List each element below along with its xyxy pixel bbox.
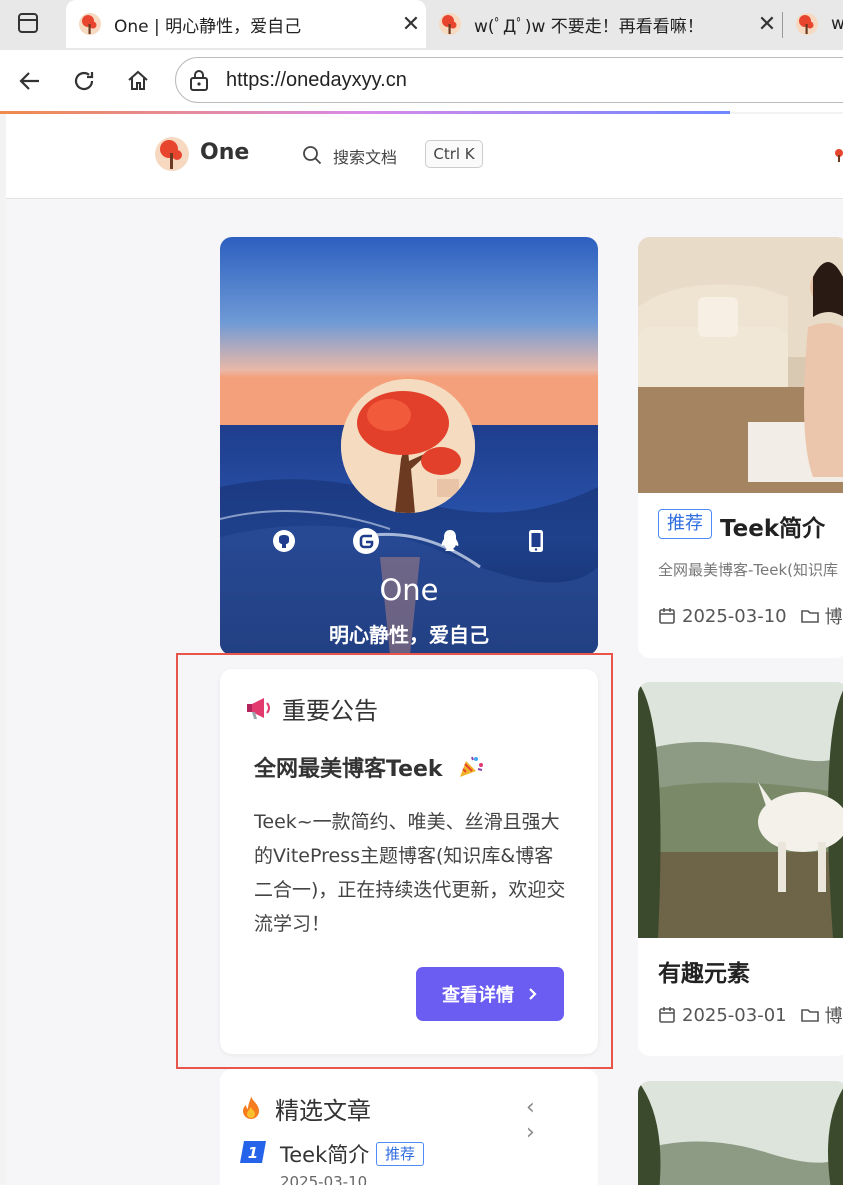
address-bar[interactable]: https://onedayxyy.cn (175, 57, 843, 103)
gitee-icon[interactable] (352, 527, 380, 555)
site-favicon-icon (439, 13, 461, 35)
fire-icon (243, 1096, 259, 1119)
mobile-icon[interactable] (522, 527, 550, 555)
site-favicon-icon (796, 13, 818, 35)
home-icon (128, 70, 148, 90)
github-icon[interactable] (270, 527, 298, 555)
site-header: One 搜索文档 Ctrl K (6, 114, 843, 199)
post-category[interactable]: 博客 (825, 1002, 843, 1028)
tab-title: w(ﾟДﾟ)w 不要走！再看看嘛！ (474, 16, 704, 37)
featured-item-tag: 推荐 (376, 1142, 425, 1166)
lock-icon[interactable] (188, 68, 210, 92)
reload-button[interactable] (66, 63, 102, 99)
post-card[interactable]: 有趣元素 2025-03-01 博客 (638, 682, 843, 1056)
profile-card: One 明心静性，爱自己 (220, 237, 598, 655)
profile-name: One (379, 573, 439, 607)
rank-number: 1 (248, 1144, 258, 1162)
search-shortcut-badge: Ctrl K (425, 140, 483, 168)
tab-title: One | 明心静性，爱自己 (114, 16, 302, 37)
post-title[interactable]: 有趣元素 (658, 954, 750, 988)
browser-toolbar: https://onedayxyy.cn (0, 50, 843, 112)
avatar[interactable] (341, 379, 475, 513)
post-cover-image (638, 1081, 843, 1185)
featured-heading: 精选文章 (275, 1097, 371, 1125)
search-icon[interactable] (302, 145, 322, 165)
annotation-highlight-box (176, 653, 613, 1069)
post-description: 全网最美博客-Teek(知识库 (658, 561, 839, 579)
tab-third[interactable]: w (783, 0, 843, 48)
post-tag: 推荐 (658, 509, 712, 539)
post-cover-image (638, 237, 843, 493)
post-meta: 2025-03-01 博客 (658, 1002, 843, 1028)
url-text[interactable]: https://onedayxyy.cn (226, 69, 407, 92)
post-cover-image (638, 682, 843, 938)
profile-motto: 明心静性，爱自己 (329, 623, 489, 647)
post-category[interactable]: 博客 (825, 603, 843, 629)
post-date: 2025-03-10 (682, 605, 787, 627)
home-button[interactable] (120, 63, 156, 99)
browser-tab-bar: One | 明心静性，爱自己 ✕ w(ﾟДﾟ)w 不要走！再看看嘛！ ✕ w (0, 0, 843, 50)
tab-actions-icon[interactable] (18, 13, 38, 33)
featured-item-title[interactable]: Teek简介 (280, 1139, 369, 1169)
post-card[interactable]: 推荐 Teek简介 全网最美博客-Teek(知识库 2025-03-10 博客 (638, 237, 843, 658)
site-name[interactable]: One (200, 140, 249, 165)
post-title[interactable]: Teek简介 (720, 509, 825, 543)
tab-title: w (831, 14, 843, 34)
tab-one[interactable]: One | 明心静性，爱自己 ✕ (66, 0, 426, 48)
folder-icon (800, 610, 819, 623)
post-card[interactable] (638, 1081, 843, 1185)
close-tab-icon[interactable]: ✕ (396, 12, 426, 37)
featured-item-date: 2025-03-10 (280, 1173, 368, 1185)
search-input[interactable]: 搜索文档 (333, 144, 397, 168)
close-tab-icon[interactable]: ✕ (752, 12, 782, 37)
featured-articles-card: 精选文章 ‹ › 1 Teek简介 推荐 2025-03-10 (220, 1069, 598, 1185)
tree-icon[interactable] (834, 148, 843, 162)
site-favicon-icon (79, 13, 101, 35)
post-date: 2025-03-01 (682, 1004, 787, 1026)
avatar-tree-image (341, 379, 475, 513)
rank-badge: 1 (240, 1141, 266, 1163)
tab-dont-leave[interactable]: w(ﾟДﾟ)w 不要走！再看看嘛！ ✕ (426, 0, 782, 48)
qq-icon[interactable] (436, 527, 464, 555)
site-logo-icon[interactable] (154, 136, 190, 172)
refresh-icon (74, 71, 94, 91)
calendar-icon (659, 1007, 675, 1023)
arrow-left-icon (19, 72, 39, 90)
featured-pager-arrows[interactable]: ‹ › (526, 1095, 598, 1145)
page-content: One 搜索文档 Ctrl K One 明心静性，爱自己 重要公告 全网最美博客… (6, 114, 843, 1185)
post-meta: 2025-03-10 博客 (658, 603, 843, 629)
back-button[interactable] (12, 63, 48, 99)
folder-icon (800, 1009, 819, 1022)
calendar-icon (659, 608, 675, 624)
